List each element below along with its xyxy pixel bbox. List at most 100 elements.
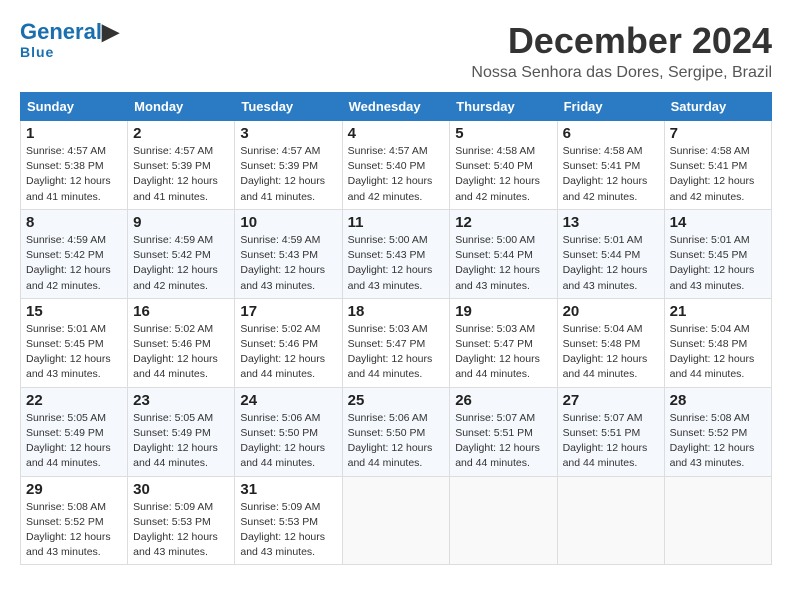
- calendar-cell: 1 Sunrise: 4:57 AM Sunset: 5:38 PM Daylig…: [21, 121, 128, 210]
- logo-subtext: Blue: [20, 44, 54, 60]
- calendar-day-header: Tuesday: [235, 93, 342, 121]
- day-info: Sunrise: 4:58 AM Sunset: 5:40 PM Dayligh…: [455, 144, 551, 205]
- day-info: Sunrise: 5:09 AM Sunset: 5:53 PM Dayligh…: [133, 500, 229, 561]
- day-number: 13: [563, 214, 659, 231]
- calendar-cell: [342, 476, 450, 565]
- logo-text: General▶: [20, 20, 119, 44]
- calendar-cell: 16 Sunrise: 5:02 AM Sunset: 5:46 PM Dayli…: [128, 298, 235, 387]
- calendar-cell: 11Sunrise: 5:00 AM Sunset: 5:43 PM Dayli…: [342, 209, 450, 298]
- calendar-cell: [450, 476, 557, 565]
- day-info: Sunrise: 5:03 AM Sunset: 5:47 PM Dayligh…: [348, 322, 445, 383]
- day-number: 16: [133, 303, 229, 320]
- calendar-cell: [664, 476, 771, 565]
- calendar-cell: 29 Sunrise: 5:08 AM Sunset: 5:52 PM Dayli…: [21, 476, 128, 565]
- calendar-cell: 8 Sunrise: 4:59 AM Sunset: 5:42 PM Daylig…: [21, 209, 128, 298]
- page-header: General▶ Blue December 2024 Nossa Senhor…: [20, 20, 772, 82]
- calendar-day-header: Monday: [128, 93, 235, 121]
- day-number: 1: [26, 125, 122, 142]
- day-info: Sunrise: 4:57 AM Sunset: 5:40 PM Dayligh…: [348, 144, 445, 205]
- calendar-cell: 31 Sunrise: 5:09 AM Sunset: 5:53 PM Dayli…: [235, 476, 342, 565]
- calendar-cell: 7 Sunrise: 4:58 AM Sunset: 5:41 PM Daylig…: [664, 121, 771, 210]
- calendar-cell: 18 Sunrise: 5:03 AM Sunset: 5:47 PM Dayli…: [342, 298, 450, 387]
- calendar-day-header: Thursday: [450, 93, 557, 121]
- calendar-cell: 13 Sunrise: 5:01 AM Sunset: 5:44 PM Dayli…: [557, 209, 664, 298]
- calendar-week-row: 15Sunrise: 5:01 AM Sunset: 5:45 PM Dayli…: [21, 298, 772, 387]
- day-info: Sunrise: 5:02 AM Sunset: 5:46 PM Dayligh…: [240, 322, 336, 383]
- calendar-week-row: 1 Sunrise: 4:57 AM Sunset: 5:38 PM Daylig…: [21, 121, 772, 210]
- day-info: Sunrise: 5:07 AM Sunset: 5:51 PM Dayligh…: [455, 411, 551, 472]
- calendar-cell: [557, 476, 664, 565]
- calendar-cell: 15Sunrise: 5:01 AM Sunset: 5:45 PM Dayli…: [21, 298, 128, 387]
- day-info: Sunrise: 4:58 AM Sunset: 5:41 PM Dayligh…: [670, 144, 766, 205]
- day-number: 31: [240, 481, 336, 498]
- day-number: 14: [670, 214, 766, 231]
- day-info: Sunrise: 4:57 AM Sunset: 5:38 PM Dayligh…: [26, 144, 122, 205]
- day-number: 7: [670, 125, 766, 142]
- calendar-day-header: Saturday: [664, 93, 771, 121]
- calendar-cell: 6Sunrise: 4:58 AM Sunset: 5:41 PM Daylig…: [557, 121, 664, 210]
- day-number: 20: [563, 303, 659, 320]
- day-info: Sunrise: 5:04 AM Sunset: 5:48 PM Dayligh…: [563, 322, 659, 383]
- day-info: Sunrise: 5:03 AM Sunset: 5:47 PM Dayligh…: [455, 322, 551, 383]
- day-info: Sunrise: 4:57 AM Sunset: 5:39 PM Dayligh…: [133, 144, 229, 205]
- day-number: 8: [26, 214, 122, 231]
- calendar-cell: 28 Sunrise: 5:08 AM Sunset: 5:52 PM Dayli…: [664, 387, 771, 476]
- day-number: 4: [348, 125, 445, 142]
- day-info: Sunrise: 5:05 AM Sunset: 5:49 PM Dayligh…: [26, 411, 122, 472]
- calendar-cell: 20 Sunrise: 5:04 AM Sunset: 5:48 PM Dayli…: [557, 298, 664, 387]
- calendar-header-row: SundayMondayTuesdayWednesdayThursdayFrid…: [21, 93, 772, 121]
- day-number: 11: [348, 214, 445, 231]
- day-number: 29: [26, 481, 122, 498]
- calendar-day-header: Wednesday: [342, 93, 450, 121]
- logo: General▶ Blue: [20, 20, 119, 60]
- calendar-cell: 17 Sunrise: 5:02 AM Sunset: 5:46 PM Dayli…: [235, 298, 342, 387]
- day-info: Sunrise: 5:05 AM Sunset: 5:49 PM Dayligh…: [133, 411, 229, 472]
- calendar-cell: 21 Sunrise: 5:04 AM Sunset: 5:48 PM Dayli…: [664, 298, 771, 387]
- day-info: Sunrise: 4:59 AM Sunset: 5:42 PM Dayligh…: [26, 233, 122, 294]
- day-info: Sunrise: 5:07 AM Sunset: 5:51 PM Dayligh…: [563, 411, 659, 472]
- day-info: Sunrise: 5:08 AM Sunset: 5:52 PM Dayligh…: [26, 500, 122, 561]
- day-info: Sunrise: 5:09 AM Sunset: 5:53 PM Dayligh…: [240, 500, 336, 561]
- calendar-cell: 5 Sunrise: 4:58 AM Sunset: 5:40 PM Daylig…: [450, 121, 557, 210]
- day-info: Sunrise: 4:59 AM Sunset: 5:43 PM Dayligh…: [240, 233, 336, 294]
- day-info: Sunrise: 5:06 AM Sunset: 5:50 PM Dayligh…: [348, 411, 445, 472]
- calendar-cell: 3Sunrise: 4:57 AM Sunset: 5:39 PM Daylig…: [235, 121, 342, 210]
- day-number: 30: [133, 481, 229, 498]
- day-number: 10: [240, 214, 336, 231]
- calendar-cell: 19Sunrise: 5:03 AM Sunset: 5:47 PM Dayli…: [450, 298, 557, 387]
- day-number: 21: [670, 303, 766, 320]
- day-number: 3: [240, 125, 336, 142]
- day-number: 22: [26, 392, 122, 409]
- calendar-cell: 30 Sunrise: 5:09 AM Sunset: 5:53 PM Dayli…: [128, 476, 235, 565]
- calendar-cell: 25 Sunrise: 5:06 AM Sunset: 5:50 PM Dayli…: [342, 387, 450, 476]
- day-number: 26: [455, 392, 551, 409]
- day-info: Sunrise: 5:08 AM Sunset: 5:52 PM Dayligh…: [670, 411, 766, 472]
- calendar-week-row: 29 Sunrise: 5:08 AM Sunset: 5:52 PM Dayli…: [21, 476, 772, 565]
- calendar-cell: 24Sunrise: 5:06 AM Sunset: 5:50 PM Dayli…: [235, 387, 342, 476]
- day-number: 27: [563, 392, 659, 409]
- day-number: 12: [455, 214, 551, 231]
- title-block: December 2024 Nossa Senhora das Dores, S…: [471, 20, 772, 82]
- day-info: Sunrise: 5:01 AM Sunset: 5:45 PM Dayligh…: [670, 233, 766, 294]
- day-number: 15: [26, 303, 122, 320]
- calendar-cell: 12Sunrise: 5:00 AM Sunset: 5:44 PM Dayli…: [450, 209, 557, 298]
- calendar-cell: 22 Sunrise: 5:05 AM Sunset: 5:49 PM Dayli…: [21, 387, 128, 476]
- calendar-week-row: 22 Sunrise: 5:05 AM Sunset: 5:49 PM Dayli…: [21, 387, 772, 476]
- day-info: Sunrise: 5:02 AM Sunset: 5:46 PM Dayligh…: [133, 322, 229, 383]
- calendar-cell: 23Sunrise: 5:05 AM Sunset: 5:49 PM Dayli…: [128, 387, 235, 476]
- day-number: 24: [240, 392, 336, 409]
- calendar-cell: 26 Sunrise: 5:07 AM Sunset: 5:51 PM Dayli…: [450, 387, 557, 476]
- day-number: 28: [670, 392, 766, 409]
- main-title: December 2024: [471, 20, 772, 62]
- day-number: 17: [240, 303, 336, 320]
- day-number: 25: [348, 392, 445, 409]
- calendar-week-row: 8 Sunrise: 4:59 AM Sunset: 5:42 PM Daylig…: [21, 209, 772, 298]
- calendar-cell: 4 Sunrise: 4:57 AM Sunset: 5:40 PM Daylig…: [342, 121, 450, 210]
- calendar-table: SundayMondayTuesdayWednesdayThursdayFrid…: [20, 92, 772, 565]
- day-info: Sunrise: 5:01 AM Sunset: 5:44 PM Dayligh…: [563, 233, 659, 294]
- day-number: 5: [455, 125, 551, 142]
- calendar-cell: 9Sunrise: 4:59 AM Sunset: 5:42 PM Daylig…: [128, 209, 235, 298]
- day-number: 18: [348, 303, 445, 320]
- day-info: Sunrise: 4:59 AM Sunset: 5:42 PM Dayligh…: [133, 233, 229, 294]
- day-info: Sunrise: 5:04 AM Sunset: 5:48 PM Dayligh…: [670, 322, 766, 383]
